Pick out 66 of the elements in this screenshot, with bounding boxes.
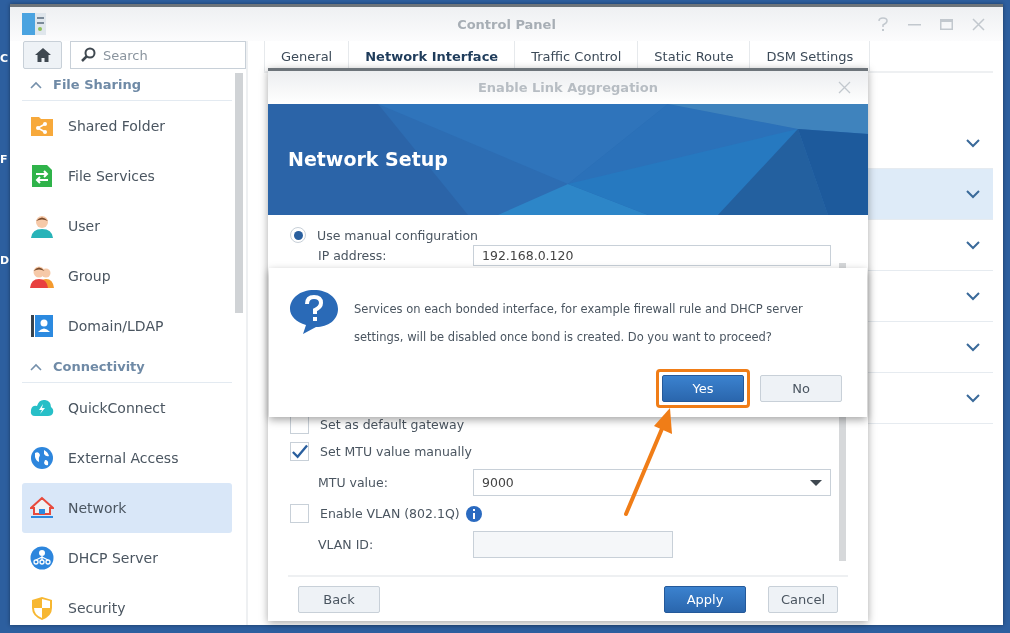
close-icon[interactable] <box>838 81 851 94</box>
group-icon <box>30 264 54 288</box>
maximize-icon[interactable] <box>940 18 953 30</box>
chevron-down-icon <box>966 291 980 301</box>
checkbox[interactable] <box>290 442 309 461</box>
confirm-message: Services on each bonded interface, for example firewall rule and DHCP server settings, will be disabled once bond is created. Do you want to proceed? <box>354 301 804 346</box>
primary-button[interactable]: Apply <box>664 585 746 613</box>
home-button[interactable] <box>23 41 62 69</box>
field-label: VLAN ID: <box>318 537 375 552</box>
sidebar-item[interactable]: QuickConnect <box>22 383 232 433</box>
checkbox-label: Set MTU value manually <box>320 444 472 459</box>
help-icon[interactable] <box>877 17 889 31</box>
dialog-title: Enable Link Aggregation <box>478 80 658 95</box>
desktop-icon-label[interactable]: D <box>0 254 9 267</box>
primary-button[interactable]: Yes <box>662 375 744 402</box>
checkbox-label: Set as default gateway <box>320 416 465 432</box>
dialog-heading: Network Setup <box>288 148 448 170</box>
home-icon <box>33 47 52 63</box>
close-icon[interactable] <box>972 17 985 31</box>
window-title: Control Panel <box>457 16 556 32</box>
dropdown-arrow-icon <box>810 479 822 486</box>
question-icon <box>289 289 339 335</box>
shield-icon <box>30 596 54 620</box>
chevron-down-icon <box>966 393 980 403</box>
section-header[interactable]: File Sharing <box>22 69 232 101</box>
scrollbar[interactable] <box>235 73 243 313</box>
info-icon[interactable] <box>465 505 482 522</box>
input-field[interactable]: 192.168.0.120 <box>473 245 831 266</box>
checkbox-label: Enable VLAN (802.1Q) <box>320 506 460 521</box>
globe-icon <box>30 446 54 470</box>
search-field[interactable]: Search <box>70 41 246 69</box>
secondary-button[interactable]: Cancel <box>768 585 838 613</box>
secondary-button[interactable]: No <box>760 375 842 402</box>
desktop-icon-label[interactable]: C <box>0 52 9 65</box>
sidebar-item[interactable]: External Access <box>22 433 232 483</box>
sidebar-item[interactable]: Domain/LDAP <box>22 301 232 351</box>
sidebar-item[interactable]: Security <box>22 583 232 633</box>
sidebar-item[interactable]: DHCP Server <box>22 533 232 583</box>
transfer-icon <box>30 164 54 188</box>
chevron-up-icon <box>30 80 42 89</box>
desktop-icon-label[interactable]: F <box>0 153 9 166</box>
sidebar-item[interactable]: Network <box>22 483 232 533</box>
control-panel-icon <box>22 13 46 35</box>
chevron-up-icon <box>30 362 42 371</box>
secondary-button[interactable]: Back <box>298 585 380 613</box>
section-header[interactable]: Connectivity <box>22 351 232 383</box>
chevron-down-icon <box>966 240 980 250</box>
id-card-icon <box>30 314 54 338</box>
dropdown[interactable]: 9000 <box>473 469 831 496</box>
folder-share-icon <box>30 114 54 138</box>
sidebar-item[interactable]: User <box>22 201 232 251</box>
sidebar-item[interactable]: File Services <box>22 151 232 201</box>
radio-label: Use manual configuration <box>317 227 479 243</box>
house-icon <box>30 496 54 520</box>
sidebar-item[interactable]: Shared Folder <box>22 101 232 151</box>
network-icon <box>30 546 54 570</box>
search-icon <box>80 47 96 63</box>
user-icon <box>30 214 54 238</box>
field-label: MTU value: <box>318 475 389 490</box>
radio-button[interactable] <box>290 227 306 243</box>
chevron-down-icon <box>966 342 980 352</box>
chevron-down-icon <box>966 138 980 148</box>
chevron-down-icon <box>966 189 980 199</box>
field-label: IP address: <box>318 248 388 263</box>
checkbox[interactable] <box>290 504 309 523</box>
sidebar-item[interactable]: Group <box>22 251 232 301</box>
